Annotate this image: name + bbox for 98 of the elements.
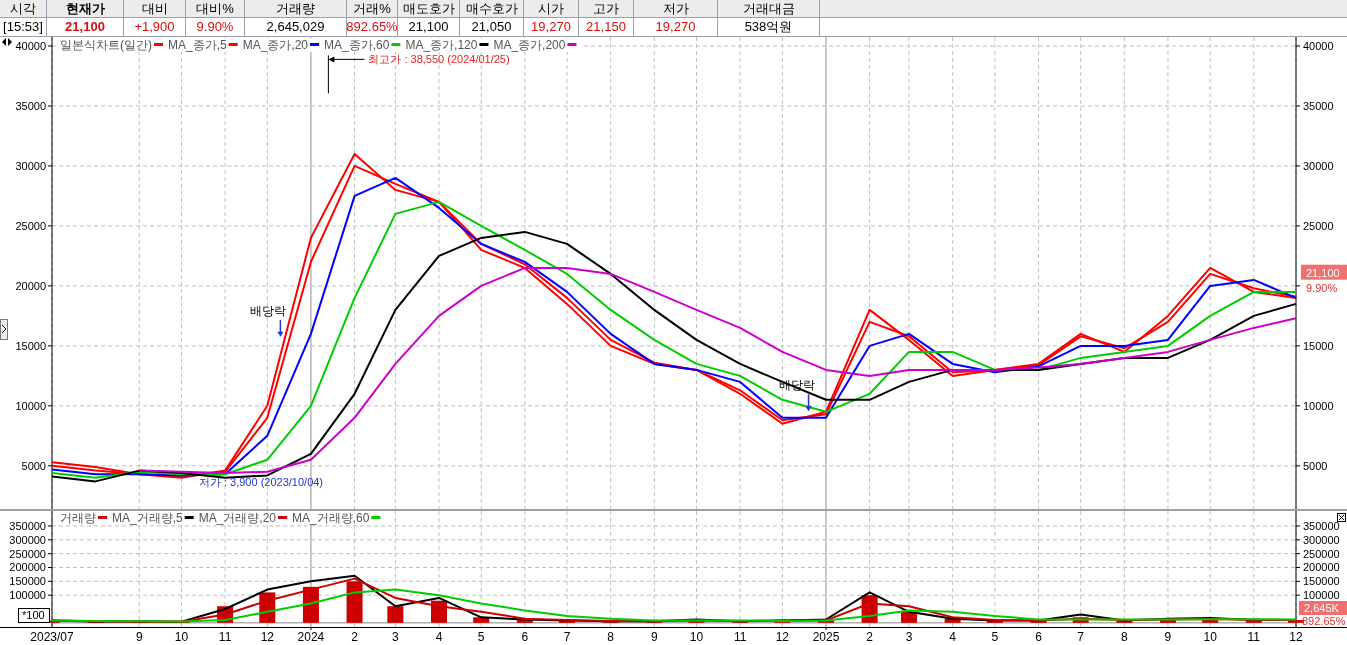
time-axis-label: 8	[607, 630, 614, 644]
axis-label: 250000	[9, 547, 46, 560]
axis-label: 5000	[1303, 459, 1328, 472]
axis-label: 10000	[15, 399, 46, 412]
quote-value: 538억원	[718, 18, 820, 36]
axis-label: 5000	[21, 459, 46, 472]
legend-label: MA_종가,200	[493, 38, 566, 52]
legend-label: MA_종가,60	[324, 38, 390, 52]
axis-label: 150000	[9, 575, 46, 588]
change-percent-label: 9.90%	[1306, 281, 1338, 294]
axis-label: 10000	[1303, 399, 1334, 412]
time-axis-label: 2023/07	[30, 630, 74, 644]
time-axis-label: 10	[689, 630, 704, 644]
last-volume-tag: 2,645K	[1299, 601, 1347, 615]
time-axis-label: 2024	[297, 630, 325, 644]
axis-label: 350000	[1303, 519, 1340, 532]
quote-value: 21,100	[398, 18, 460, 36]
axis-label: 35000	[15, 99, 46, 112]
axis-label: 25000	[1303, 219, 1334, 232]
axis-label: 15000	[1303, 339, 1334, 352]
axis-label: 200000	[9, 561, 46, 574]
column-header: 고가	[579, 0, 634, 17]
quote-value: 19,270	[634, 18, 718, 36]
quote-value: 9.90%	[186, 18, 245, 36]
time-axis-label: 10	[1203, 630, 1217, 644]
time-axis-label: 2	[866, 630, 873, 644]
time-axis-label: 8	[1120, 630, 1128, 644]
quote-value: [15:53]	[0, 18, 47, 36]
quote-value: 21,100	[47, 18, 124, 36]
axis-label: 30000	[1303, 159, 1334, 172]
quote-value: 21,150	[579, 18, 634, 36]
column-header: 시가	[524, 0, 579, 17]
time-axis-label: 9	[135, 630, 143, 644]
time-axis-label: 7	[1077, 630, 1085, 644]
quote-value: +1,900	[124, 18, 186, 36]
unit-badge: *100	[18, 608, 50, 623]
event-label: 배당락	[250, 303, 287, 318]
time-axis-label: 3	[905, 630, 913, 644]
axis-label: 100000	[9, 589, 46, 602]
legend-label: 일본식차트(일간)	[60, 38, 152, 52]
time-axis-label: 5	[477, 630, 485, 644]
axis-label: 150000	[1303, 575, 1340, 588]
legend-label: MA_거래량,5	[112, 511, 183, 525]
axis-label: 300000	[9, 533, 46, 546]
legend-label: MA_종가,20	[242, 38, 309, 52]
legend-label: 거래량	[60, 511, 96, 525]
time-axis-label: 4	[949, 630, 956, 644]
axis-label: 40000	[15, 40, 46, 52]
column-header: 매수호가	[460, 0, 524, 17]
axis-label: 25000	[15, 219, 46, 232]
column-header: 대비%	[186, 0, 245, 17]
column-header: 시각	[0, 0, 47, 17]
time-axis-label: 10	[174, 630, 189, 644]
axis-label: 100000	[1303, 589, 1340, 602]
time-axis-label: 12	[775, 630, 790, 644]
quote-value: 2,645,029	[245, 18, 347, 36]
time-axis-label: 11	[733, 630, 747, 644]
legend-label: MA_종가,5	[168, 38, 227, 52]
time-axis-label: 6	[521, 630, 529, 644]
axis-label: 40000	[1303, 40, 1334, 52]
axis-label: 200000	[1303, 561, 1340, 574]
high-price-label: 최고가 : 38,550 (2024/01/25)	[368, 53, 510, 66]
time-axis-label: 9	[1164, 630, 1172, 644]
low-price-label: 저가 : 3,900 (2023/10/04)	[198, 476, 324, 488]
quote-value: 892.65%	[347, 18, 398, 36]
axis-label: 30000	[15, 159, 46, 172]
time-axis-label: 9	[650, 630, 658, 644]
axis-label: 20000	[15, 279, 46, 292]
axis-label: 15000	[15, 339, 46, 352]
volume-ratio-label: 892.65%	[1302, 615, 1346, 627]
time-axis-label: 7	[563, 630, 571, 644]
time-axis-label: 2025	[812, 630, 840, 644]
column-header: 거래%	[347, 0, 398, 17]
legend-label: MA_종가,120	[405, 38, 478, 52]
time-axis-label: 5	[991, 630, 999, 644]
axis-label: 300000	[1303, 533, 1340, 546]
column-header: 거래대금	[718, 0, 820, 17]
column-header: 현재가	[47, 0, 124, 17]
time-axis-label: 6	[1035, 630, 1042, 644]
time-axis-label: 11	[218, 630, 232, 644]
time-axis-label: 3	[392, 630, 399, 644]
time-axis-label: 2	[351, 630, 358, 644]
time-axis-label: 11	[1247, 630, 1260, 644]
legend-label: MA_거래량,60	[292, 511, 370, 525]
column-header: 거래량	[245, 0, 347, 17]
quote-value: 21,050	[460, 18, 524, 36]
column-header: 대비	[124, 0, 186, 17]
column-header: 저가	[634, 0, 718, 17]
axis-label: 35000	[1303, 99, 1334, 112]
axis-label: 350000	[9, 519, 46, 532]
quote-value: 19,270	[524, 18, 579, 36]
last-price-tag: 21,100	[1301, 264, 1347, 280]
legend-label: MA_거래량,20	[198, 511, 277, 525]
time-axis-label: 12	[1289, 630, 1303, 644]
axis-label: 250000	[1303, 547, 1340, 560]
time-axis-label: 12	[260, 630, 274, 644]
time-axis-label: 4	[435, 630, 443, 644]
column-header: 매도호가	[398, 0, 460, 17]
